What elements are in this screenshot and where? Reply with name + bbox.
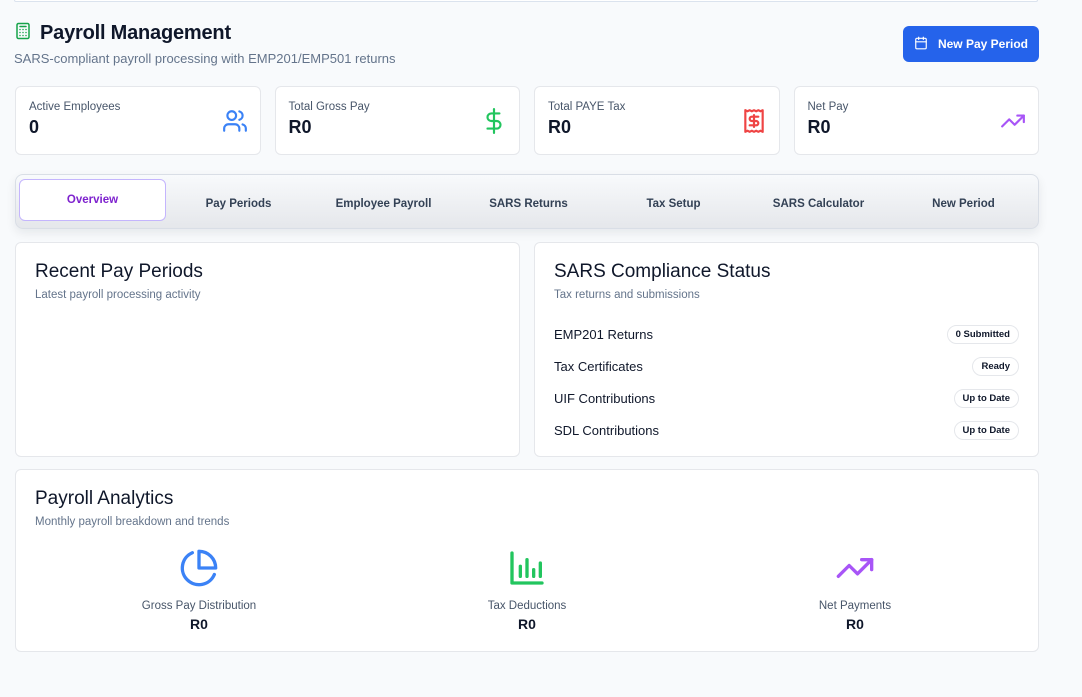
tab-new-period[interactable]: New Period bbox=[891, 181, 1036, 223]
tab-tax-setup[interactable]: Tax Setup bbox=[601, 181, 746, 223]
pie-chart-icon bbox=[179, 548, 219, 593]
dollar-icon bbox=[481, 108, 507, 134]
metric-label: Net Payments bbox=[818, 600, 892, 612]
tab-bar: Overview Pay Periods Employee Payroll SA… bbox=[15, 174, 1039, 229]
list-item: UIF Contributions Up to Date bbox=[554, 382, 1019, 414]
stat-label: Total Gross Pay bbox=[288, 101, 370, 113]
stat-label: Active Employees bbox=[29, 101, 121, 113]
list-item: EMP201 Returns 0 Submitted bbox=[554, 318, 1019, 350]
compliance-label: Tax Certificates bbox=[554, 358, 643, 374]
stat-value: R0 bbox=[548, 117, 572, 137]
new-pay-period-button[interactable]: New Pay Period bbox=[903, 26, 1039, 62]
calendar-icon bbox=[914, 36, 928, 53]
recent-pay-periods-card: Recent Pay Periods Latest payroll proces… bbox=[15, 242, 520, 457]
tab-sars-returns[interactable]: SARS Returns bbox=[456, 181, 601, 223]
top-border bbox=[14, 0, 1038, 2]
trending-up-icon bbox=[835, 548, 875, 593]
metric-value: R0 bbox=[518, 616, 536, 632]
card-subtitle: Latest payroll processing activity bbox=[35, 289, 201, 301]
new-pay-period-label: New Pay Period bbox=[937, 37, 1029, 51]
trending-up-icon bbox=[1000, 108, 1026, 134]
page-header: Payroll Management SARS-compliant payrol… bbox=[14, 22, 1039, 66]
status-badge: Up to Date bbox=[953, 388, 1019, 408]
page-title: Payroll Management bbox=[40, 22, 231, 44]
status-badge: 0 Submitted bbox=[946, 324, 1019, 344]
stat-value: R0 bbox=[288, 117, 312, 137]
card-title: Payroll Analytics bbox=[35, 488, 174, 509]
tab-employee-payroll[interactable]: Employee Payroll bbox=[311, 181, 456, 223]
card-title: Recent Pay Periods bbox=[35, 261, 203, 282]
metric-label: Gross Pay Distribution bbox=[141, 600, 257, 612]
stats-row: Active Employees 0 Total Gross Pay R0 To… bbox=[15, 86, 1039, 155]
status-badge: Ready bbox=[972, 356, 1019, 376]
list-item: SDL Contributions Up to Date bbox=[554, 414, 1019, 446]
sars-compliance-card: SARS Compliance Status Tax returns and s… bbox=[534, 242, 1039, 457]
card-title: SARS Compliance Status bbox=[554, 261, 771, 282]
stat-value: R0 bbox=[807, 117, 831, 137]
bar-chart-icon bbox=[507, 548, 547, 593]
stat-card-total-paye-tax: Total PAYE Tax R0 bbox=[534, 86, 780, 155]
page-subtitle: SARS-compliant payroll processing with E… bbox=[14, 51, 396, 66]
metric-tax-deductions: Tax Deductions R0 bbox=[363, 548, 691, 632]
stat-card-total-gross-pay: Total Gross Pay R0 bbox=[274, 86, 520, 155]
receipt-icon bbox=[741, 108, 767, 134]
metric-gross-pay-distribution: Gross Pay Distribution R0 bbox=[35, 548, 363, 632]
metric-net-payments: Net Payments R0 bbox=[691, 548, 1019, 632]
compliance-label: UIF Contributions bbox=[554, 390, 656, 406]
tab-overview[interactable]: Overview bbox=[19, 178, 166, 221]
metric-label: Tax Deductions bbox=[487, 600, 567, 612]
metric-value: R0 bbox=[190, 616, 208, 632]
stat-card-net-pay: Net Pay R0 bbox=[793, 86, 1039, 155]
stat-label: Net Pay bbox=[807, 101, 849, 113]
compliance-list: EMP201 Returns 0 Submitted Tax Certifica… bbox=[554, 318, 1019, 446]
list-item: Tax Certificates Ready bbox=[554, 350, 1019, 382]
status-badge: Up to Date bbox=[953, 420, 1019, 440]
payroll-analytics-card: Payroll Analytics Monthly payroll breakd… bbox=[15, 469, 1039, 652]
stat-label: Total PAYE Tax bbox=[548, 101, 626, 113]
tab-sars-calculator[interactable]: SARS Calculator bbox=[746, 181, 891, 223]
users-icon bbox=[222, 108, 248, 134]
stat-card-active-employees: Active Employees 0 bbox=[15, 86, 261, 155]
compliance-label: SDL Contributions bbox=[554, 422, 660, 438]
stat-value: 0 bbox=[29, 117, 40, 137]
card-subtitle: Monthly payroll breakdown and trends bbox=[35, 516, 230, 528]
metric-value: R0 bbox=[846, 616, 864, 632]
tab-pay-periods[interactable]: Pay Periods bbox=[166, 181, 311, 223]
compliance-label: EMP201 Returns bbox=[554, 326, 653, 342]
analytics-metrics: Gross Pay Distribution R0 Tax Deductions… bbox=[35, 548, 1019, 632]
card-subtitle: Tax returns and submissions bbox=[554, 289, 700, 301]
calculator-icon bbox=[14, 22, 32, 45]
